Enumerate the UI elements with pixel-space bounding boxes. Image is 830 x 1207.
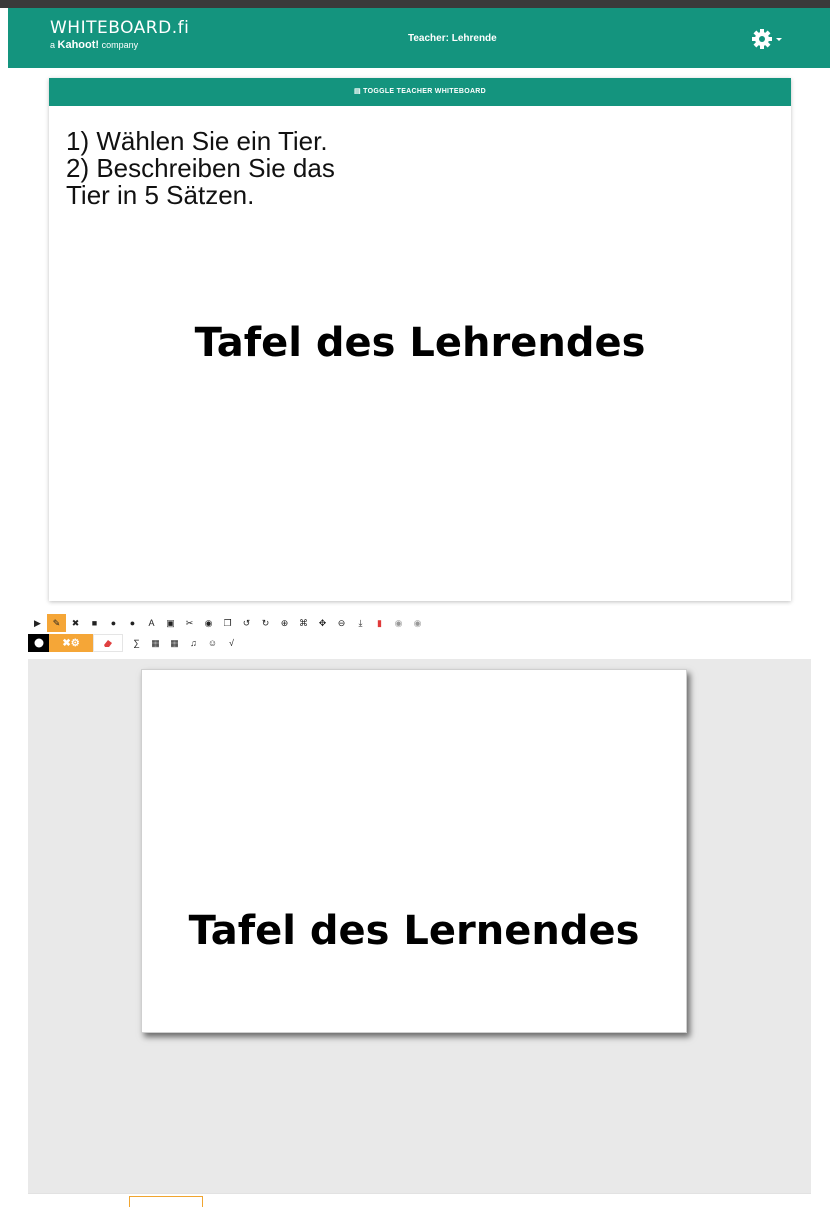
teacher-whiteboard-panel: ▤ TOGGLE TEACHER WHITEBOARD 1) Wählen Si… <box>49 78 791 601</box>
pointer-tool-icon[interactable]: ▶ <box>28 614 47 632</box>
student-workspace: Tafel des Lernendes <box>28 659 811 1193</box>
smiley-icon[interactable]: ☺ <box>203 634 222 652</box>
sqrt-icon[interactable]: √ <box>222 634 241 652</box>
teacher-name: Teacher: Lehrende <box>408 33 497 44</box>
delete-icon[interactable]: ▮ <box>370 614 389 632</box>
text-tool-icon[interactable]: A <box>142 614 161 632</box>
zoom-in-icon[interactable]: ⊕ <box>275 614 294 632</box>
palette-icon <box>34 638 43 648</box>
filled-circle-tool-icon[interactable]: ● <box>104 614 123 632</box>
window-top-strip <box>0 0 830 8</box>
rectangle-tool-icon[interactable]: ■ <box>85 614 104 632</box>
eraser-icon <box>104 640 112 647</box>
kahoot-brand: Kahoot! <box>57 39 100 51</box>
cross-icon: ✖ <box>62 637 71 649</box>
image-tool-icon[interactable]: ▣ <box>161 614 180 632</box>
toolbar-row-2: ✖ ⚙ ∑ ▦ ▦ ♫ ☺ √ <box>28 634 241 652</box>
grid-alt-icon[interactable]: ▦ <box>165 634 184 652</box>
stroke-size-button[interactable]: ✖ ⚙ <box>49 634 93 652</box>
circle-tool-icon[interactable]: ● <box>123 614 142 632</box>
toolbar-row-1: ▶ ✎ ✖ ■ ● ● A ▣ ✂ ◉ ❐ ↺ ↻ ⊕ ⌘ ✥ ⊖ ⤓ ▮ ◉ … <box>28 614 427 632</box>
task-instructions: 1) Wählen Sie ein Tier. 2) Beschreiben S… <box>66 126 335 210</box>
gear-icon <box>752 29 782 49</box>
cut-tool-icon[interactable]: ✂ <box>180 614 199 632</box>
student-board-label: Tafel des Lernendes <box>188 908 640 954</box>
toggle-teacher-whiteboard-button[interactable]: ▤ TOGGLE TEACHER WHITEBOARD <box>49 78 791 106</box>
logo-title: WHITEBOARD.fi <box>50 18 190 38</box>
fill-tool-icon[interactable]: ◉ <box>199 614 218 632</box>
student-whiteboard-canvas[interactable]: Tafel des Lernendes <box>141 669 687 1033</box>
settings-menu-button[interactable] <box>750 26 790 52</box>
zoom-out-icon[interactable]: ⊖ <box>332 614 351 632</box>
download-icon[interactable]: ⤓ <box>351 614 370 632</box>
music-note-icon[interactable]: ♫ <box>184 634 203 652</box>
top-navbar: WHITEBOARD.fi a Kahoot! company Teacher:… <box>8 8 830 68</box>
copy-tool-icon[interactable]: ❐ <box>218 614 237 632</box>
teacher-board-label: Tafel des Lehrendes <box>194 320 646 366</box>
settings-small-icon: ⚙ <box>70 637 80 649</box>
bottom-bar <box>28 1193 811 1207</box>
fit-screen-icon[interactable]: ⌘ <box>294 614 313 632</box>
show-icon[interactable]: ◉ <box>408 614 427 632</box>
chevron-down-icon <box>776 38 782 41</box>
board-toggle-icon: ▤ <box>353 88 361 95</box>
eraser-button[interactable] <box>93 634 123 652</box>
color-palette-button[interactable] <box>28 634 49 652</box>
line-tool-icon[interactable]: ✖ <box>66 614 85 632</box>
undo-icon[interactable]: ↺ <box>237 614 256 632</box>
whiteboard-logo[interactable]: WHITEBOARD.fi a Kahoot! company <box>50 18 189 51</box>
formula-icon[interactable]: ∑ <box>127 634 146 652</box>
hide-icon[interactable]: ◉ <box>389 614 408 632</box>
move-icon[interactable]: ✥ <box>313 614 332 632</box>
grid-icon[interactable]: ▦ <box>146 634 165 652</box>
page-tab[interactable] <box>129 1196 203 1207</box>
pen-tool-icon[interactable]: ✎ <box>47 614 66 632</box>
drawing-toolbar: ▶ ✎ ✖ ■ ● ● A ▣ ✂ ◉ ❐ ↺ ↻ ⊕ ⌘ ✥ ⊖ ⤓ ▮ ◉ … <box>28 606 811 659</box>
redo-icon[interactable]: ↻ <box>256 614 275 632</box>
logo-subtitle: a Kahoot! company <box>50 39 139 51</box>
